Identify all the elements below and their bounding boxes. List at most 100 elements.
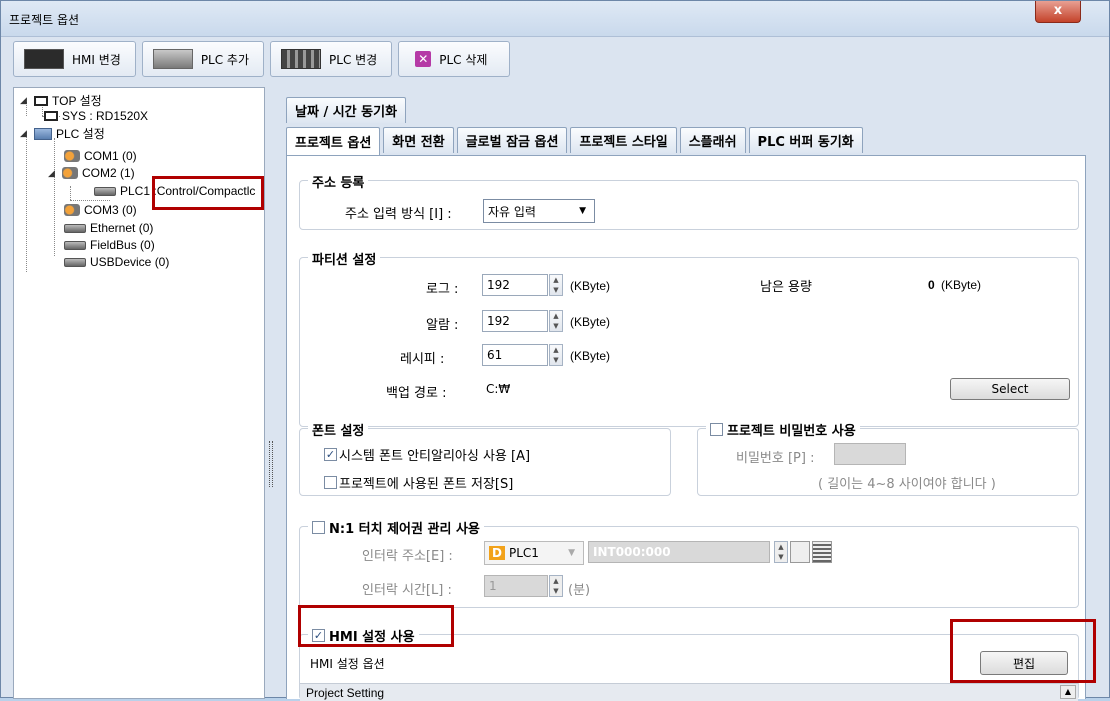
tree-item-sys[interactable]: SYS : RD1520X [44, 109, 148, 123]
tree-item-top[interactable]: ◢ TOP 설정 [20, 92, 102, 109]
password-input[interactable] [834, 443, 906, 465]
password-label: 비밀번호 [P] : [736, 451, 815, 466]
address-browse-icon[interactable] [790, 541, 810, 563]
tree-label-top: TOP 설정 [52, 94, 102, 108]
spin-down-icon: ▼ [553, 322, 559, 330]
scroll-up-icon[interactable]: ▲ [1060, 685, 1076, 699]
title-bar: 프로젝트 옵션 x [1, 1, 1109, 37]
plc-change-label: PLC 변경 [329, 52, 378, 67]
expand-toggle-icon[interactable]: ◢ [20, 128, 30, 139]
device-badge: D [489, 546, 505, 560]
time-spinner[interactable]: ▲ ▼ [549, 575, 563, 597]
hmi-change-label: HMI 변경 [72, 52, 121, 67]
remaining-label: 남은 용량 [760, 280, 812, 295]
spin-down-icon: ▼ [553, 587, 559, 595]
tab-plc-buffer-sync[interactable]: PLC 버퍼 동기화 [748, 127, 863, 153]
window-title: 프로젝트 옵션 [9, 13, 80, 27]
alarm-unit: (KByte) [570, 315, 611, 329]
log-size-input[interactable]: 192 [482, 274, 548, 296]
com-port-icon [64, 204, 80, 216]
partition-legend: 파티션 설정 [308, 249, 381, 268]
partition-group: 파티션 설정 로그 : 192 ▲ ▼ (KByte) 남은 용량 0 (KByt… [299, 249, 1079, 427]
antialias-label: 시스템 폰트 안티알리아싱 사용 [A] [339, 449, 531, 464]
com-port-icon [62, 167, 78, 179]
plc-change-button[interactable]: PLC 변경 [270, 41, 393, 77]
expand-toggle-icon[interactable]: ◢ [20, 95, 30, 106]
com-port-icon [64, 150, 80, 162]
antialias-checkbox[interactable]: ✓ [324, 448, 337, 461]
screen-icon [34, 95, 48, 106]
touch-legend: N:1 터치 제어권 관리 사용 [308, 518, 484, 537]
antialias-option[interactable]: ✓ 시스템 폰트 안티알리아싱 사용 [A] [324, 445, 530, 464]
alarm-size-input[interactable]: 192 [482, 310, 548, 332]
plc-device-icon [94, 186, 116, 196]
backup-path-label: 백업 경로 : [386, 386, 447, 401]
plc-delete-label: PLC 삭제 [439, 52, 488, 67]
time-unit: (분) [568, 583, 591, 598]
touch-control-checkbox[interactable] [312, 521, 325, 534]
tree-item-ethernet[interactable]: Ethernet (0) [64, 221, 153, 235]
tree-label-sys: SYS : RD1520X [62, 109, 149, 123]
tab-row-1: 날짜 / 시간 동기화 [286, 97, 407, 123]
recipe-size-input[interactable]: 61 [482, 344, 548, 366]
options-panel: 날짜 / 시간 동기화 프로젝트 옵션 화면 전환 글로벌 잠금 옵션 프로젝트… [276, 87, 1096, 701]
tree-item-com3[interactable]: COM3 (0) [64, 203, 137, 217]
tree-item-usbdevice[interactable]: USBDevice (0) [64, 255, 169, 269]
interlock-device-select[interactable]: D PLC1 ▼ [484, 541, 584, 565]
tree-item-fieldbus[interactable]: FieldBus (0) [64, 238, 155, 252]
recipe-unit: (KByte) [570, 349, 611, 363]
plc-settings-icon [34, 127, 52, 140]
interlock-time-input[interactable]: 1 [484, 575, 548, 597]
address-group: 주소 등록 주소 입력 방식 [I] : 자유 입력 ▼ [299, 172, 1079, 230]
spin-up-icon: ▲ [553, 276, 559, 284]
interlock-address-input[interactable]: INT000:000 [588, 541, 770, 563]
tree-label-fieldbus: FieldBus (0) [90, 238, 155, 252]
hmi-highlight-box [298, 605, 454, 647]
tab-global-lock[interactable]: 글로벌 잠금 옵션 [456, 127, 568, 153]
select-path-button[interactable]: Select [950, 378, 1070, 400]
screen-icon [44, 111, 58, 121]
tab-project-options[interactable]: 프로젝트 옵션 [286, 127, 381, 155]
hmi-change-button[interactable]: HMI 변경 [13, 41, 136, 77]
address-spinner[interactable]: ▲ ▼ [774, 541, 788, 563]
save-fonts-option[interactable]: 프로젝트에 사용된 폰트 저장[S] [324, 473, 513, 492]
address-mode-select[interactable]: 자유 입력 ▼ [483, 199, 595, 223]
chevron-down-icon: ▼ [579, 206, 586, 216]
project-tree: ◢ TOP 설정 SYS : RD1520X ◢ PLC 설정 COM1 (0)… [13, 87, 265, 699]
tree-item-plc[interactable]: ◢ PLC 설정 [20, 125, 105, 142]
address-mode-value: 자유 입력 [488, 204, 536, 219]
keypad-icon[interactable] [812, 541, 832, 563]
tree-label-com3: COM3 (0) [84, 203, 137, 217]
close-button[interactable]: x [1035, 1, 1081, 23]
log-spinner[interactable]: ▲ ▼ [549, 274, 563, 296]
address-legend: 주소 등록 [308, 172, 369, 191]
tree-item-com2[interactable]: ◢ COM2 (1) [48, 166, 135, 180]
plc-add-label: PLC 추가 [200, 52, 250, 67]
hmi-icon [24, 49, 64, 69]
fieldbus-icon [64, 240, 86, 250]
tab-screen-transition[interactable]: 화면 전환 [383, 127, 454, 153]
password-legend-label: 프로젝트 비밀번호 사용 [727, 424, 856, 439]
tab-project-style[interactable]: 프로젝트 스타일 [570, 127, 677, 153]
password-legend: 프로젝트 비밀번호 사용 [706, 420, 860, 439]
spin-down-icon: ▼ [553, 286, 559, 294]
spin-down-icon: ▼ [553, 356, 559, 364]
recipe-spinner[interactable]: ▲ ▼ [549, 344, 563, 366]
tree-label-com2: COM2 (1) [82, 166, 135, 180]
tree-item-com1[interactable]: COM1 (0) [64, 149, 137, 163]
spin-down-icon: ▼ [778, 553, 784, 561]
remaining-value: 0 [928, 278, 935, 292]
remaining-unit: (KByte) [941, 278, 982, 292]
tab-datetime-sync[interactable]: 날짜 / 시간 동기화 [286, 97, 407, 123]
pane-splitter[interactable] [269, 441, 273, 487]
touch-legend-label: N:1 터치 제어권 관리 사용 [329, 522, 480, 537]
plc-delete-button[interactable]: ✕ PLC 삭제 [398, 41, 511, 77]
spin-up-icon: ▲ [553, 577, 559, 585]
save-fonts-checkbox[interactable] [324, 476, 337, 489]
tab-splash[interactable]: 스플래쉬 [679, 127, 746, 153]
backup-path-input[interactable]: C:₩ [482, 378, 952, 400]
password-checkbox[interactable] [710, 423, 723, 436]
expand-toggle-icon[interactable]: ◢ [48, 168, 58, 179]
alarm-spinner[interactable]: ▲ ▼ [549, 310, 563, 332]
plc-add-button[interactable]: PLC 추가 [141, 41, 265, 77]
